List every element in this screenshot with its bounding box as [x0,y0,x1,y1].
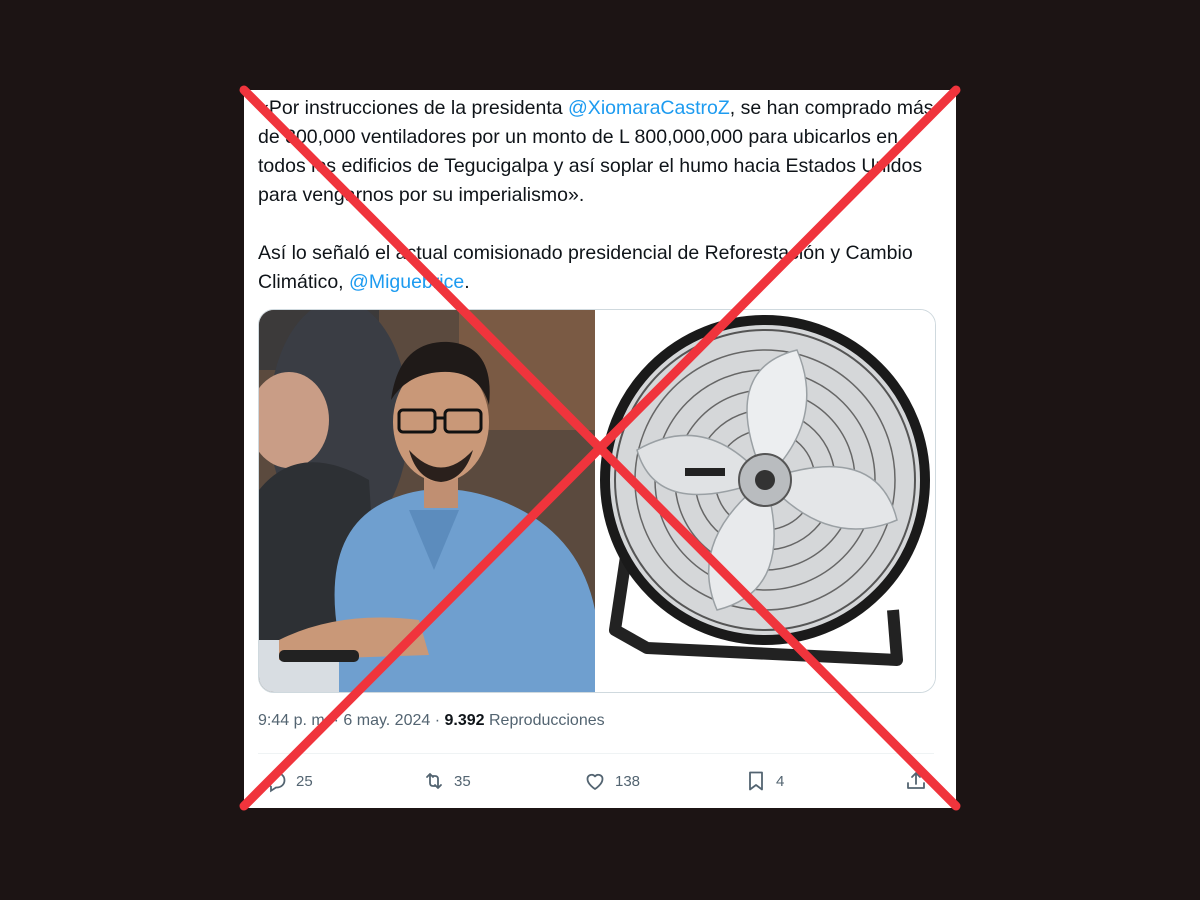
tweet-text: «Por instrucciones de la presidenta @Xio… [258,94,948,297]
share-button[interactable] [904,764,928,798]
reply-icon [267,772,286,793]
meta-separator: · [333,712,339,729]
share-icon [907,772,925,789]
fan-illustration [600,315,930,666]
photo-illustration [259,310,595,692]
media-photo-fan[interactable] [595,310,935,692]
tweet-text-part4: . [464,271,470,293]
views-count: 9.392 [444,712,485,729]
repost-count: 35 [454,772,471,790]
tweet-date[interactable]: 6 may. 2024 [343,712,430,729]
like-button[interactable]: 138 [583,764,640,798]
reply-count: 25 [296,772,313,790]
tweet-paragraph-2: Así lo señaló el actual comisionado pres… [258,239,948,297]
tweet-text-part1: «Por instrucciones de la presidenta [258,97,569,119]
tweet-paragraph-1: «Por instrucciones de la presidenta @Xio… [258,94,948,210]
action-bar: 25 35 138 4 [258,764,948,798]
tweet-media [258,309,936,693]
mention-miguebrice-link[interactable]: @Miguebrice [349,271,464,293]
bookmark-icon [749,771,763,791]
views-label: Reproducciones [489,712,605,729]
like-icon [586,773,604,790]
media-photo-man[interactable] [259,310,595,692]
divider [258,753,934,754]
like-count: 138 [615,772,641,790]
repost-icon [426,773,442,789]
meta-separator: · [434,712,441,729]
mention-xiomara-link[interactable]: @XiomaraCastroZ [568,97,730,119]
tweet-time[interactable]: 9:44 p. m. [258,712,329,729]
repost-button[interactable]: 35 [422,764,471,798]
bookmark-count: 4 [776,772,785,790]
tweet-meta: 9:44 p. m. · 6 may. 2024 · 9.392 Reprodu… [258,712,605,730]
bookmark-button[interactable]: 4 [744,764,784,798]
tweet-card: «Por instrucciones de la presidenta @Xio… [244,90,956,808]
reply-button[interactable]: 25 [264,764,313,798]
